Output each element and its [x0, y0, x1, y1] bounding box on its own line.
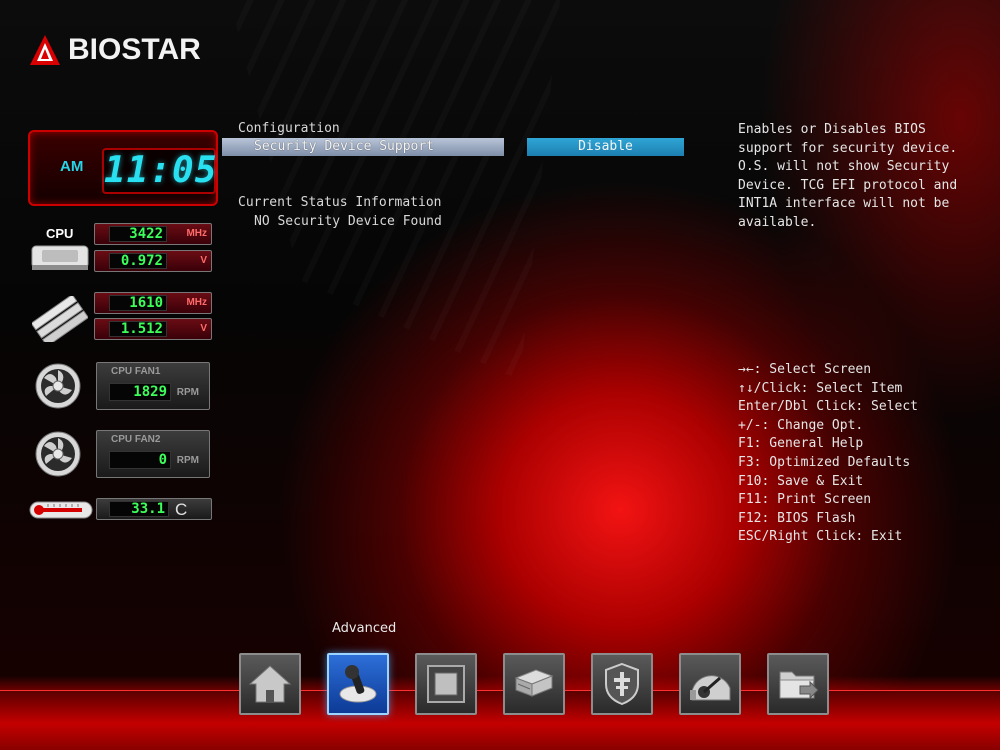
cpu-frequency-display: 3422 MHz: [94, 223, 212, 245]
cpu-frequency-unit: MHz: [186, 228, 207, 239]
clock-ampm: AM: [60, 158, 84, 175]
biostar-logo: BIOSTAR: [28, 30, 201, 70]
fan-icon: [35, 431, 81, 477]
performance-gauge-icon: [690, 675, 731, 701]
cpu-voltage-unit: V: [200, 255, 207, 266]
nav-main-button[interactable]: [239, 653, 301, 715]
cpu-fan2-value: 0: [109, 451, 171, 469]
cpu-voltage-display: 0.972 V: [94, 250, 212, 272]
biostar-triangle-icon: [30, 35, 60, 65]
memory-voltage-value: 1.512: [109, 321, 167, 337]
key-hint: F1: General Help: [738, 436, 864, 452]
key-hint: →←: Select Screen: [738, 362, 872, 377]
status-title: Current Status Information: [238, 195, 442, 210]
cpu-frequency-value: 3422: [109, 226, 167, 242]
nav-boot-button[interactable]: [503, 653, 565, 715]
cpu-fan1-value: 1829: [109, 383, 171, 401]
cpu-voltage-value: 0.972: [109, 253, 167, 269]
bottom-navigation: [239, 653, 839, 717]
cpu-fan2-title: CPU FAN2: [111, 434, 161, 445]
logo-text: BIOSTAR: [68, 33, 201, 66]
cpu-chip-icon: [31, 245, 89, 270]
nav-performance-button[interactable]: [679, 653, 741, 715]
nav-advanced-button[interactable]: [327, 653, 389, 715]
temperature-value: 33.1: [109, 501, 169, 517]
clock-panel: AM 11:05: [28, 130, 218, 206]
memory-monitor: 1610 MHz 1.512 V: [22, 290, 222, 346]
chipset-icon: [427, 665, 465, 703]
nav-security-button[interactable]: [591, 653, 653, 715]
key-hint: Enter/Dbl Click: Select: [738, 399, 919, 415]
active-tab-label: Advanced: [332, 621, 397, 636]
security-device-support-value[interactable]: Disable: [527, 138, 684, 156]
hardware-monitor: AM 11:05 CPU 3422 MHz 0.972 V 1610 MHz 1…: [22, 130, 222, 530]
key-hint: F11: Print Screen: [738, 492, 872, 508]
memory-frequency-value: 1610: [109, 295, 167, 311]
save-exit-icon: [779, 671, 819, 700]
cpu-fan1-title: CPU FAN1: [111, 366, 161, 377]
section-title: Configuration: [238, 121, 340, 136]
cpu-fan1-unit: RPM: [176, 387, 199, 398]
joystick-icon: [339, 665, 377, 703]
temperature-unit: C: [175, 500, 188, 519]
security-shield-icon: [605, 662, 639, 706]
memory-frequency-unit: MHz: [186, 297, 207, 308]
temperature-monitor: 33.1 C: [22, 496, 222, 524]
key-hint: ↑↓/Click: Select Item: [738, 380, 903, 396]
clock-time: 11:05: [102, 148, 216, 194]
fan-icon: [35, 363, 81, 409]
security-device-support-item[interactable]: Security Device Support: [222, 138, 504, 156]
key-hint: ESC/Right Click: Exit: [738, 529, 903, 545]
cpu-fan1-panel: CPU FAN1 1829 RPM: [96, 362, 210, 410]
temperature-panel: 33.1 C: [96, 498, 212, 520]
home-icon: [248, 665, 292, 703]
cpu-fan2-panel: CPU FAN2 0 RPM: [96, 430, 210, 478]
cpu-fan1-monitor: CPU FAN1 1829 RPM: [22, 360, 222, 414]
key-hint: F10: Save & Exit: [738, 473, 864, 489]
cpu-fan2-monitor: CPU FAN2 0 RPM: [22, 428, 222, 482]
memory-module-icon: [32, 296, 88, 342]
nav-save-exit-button[interactable]: [767, 653, 829, 715]
nav-chipset-button[interactable]: [415, 653, 477, 715]
memory-voltage-display: 1.512 V: [94, 318, 212, 340]
key-hint: F12: BIOS Flash: [738, 510, 856, 526]
thermometer-icon: [29, 501, 93, 519]
memory-frequency-display: 1610 MHz: [94, 292, 212, 314]
boot-drive-icon: [514, 669, 554, 697]
key-hint: F3: Optimized Defaults: [738, 454, 911, 470]
key-legend: →←: Select Screen ↑↓/Click: Select Item …: [738, 361, 988, 547]
cpu-fan2-unit: RPM: [176, 455, 199, 466]
memory-voltage-unit: V: [200, 323, 207, 334]
status-text: NO Security Device Found: [254, 214, 442, 229]
help-description: Enables or Disables BIOS support for sec…: [738, 122, 958, 230]
cpu-monitor: CPU 3422 MHz 0.972 V: [22, 222, 222, 278]
key-hint: +/-: Change Opt.: [738, 417, 864, 433]
